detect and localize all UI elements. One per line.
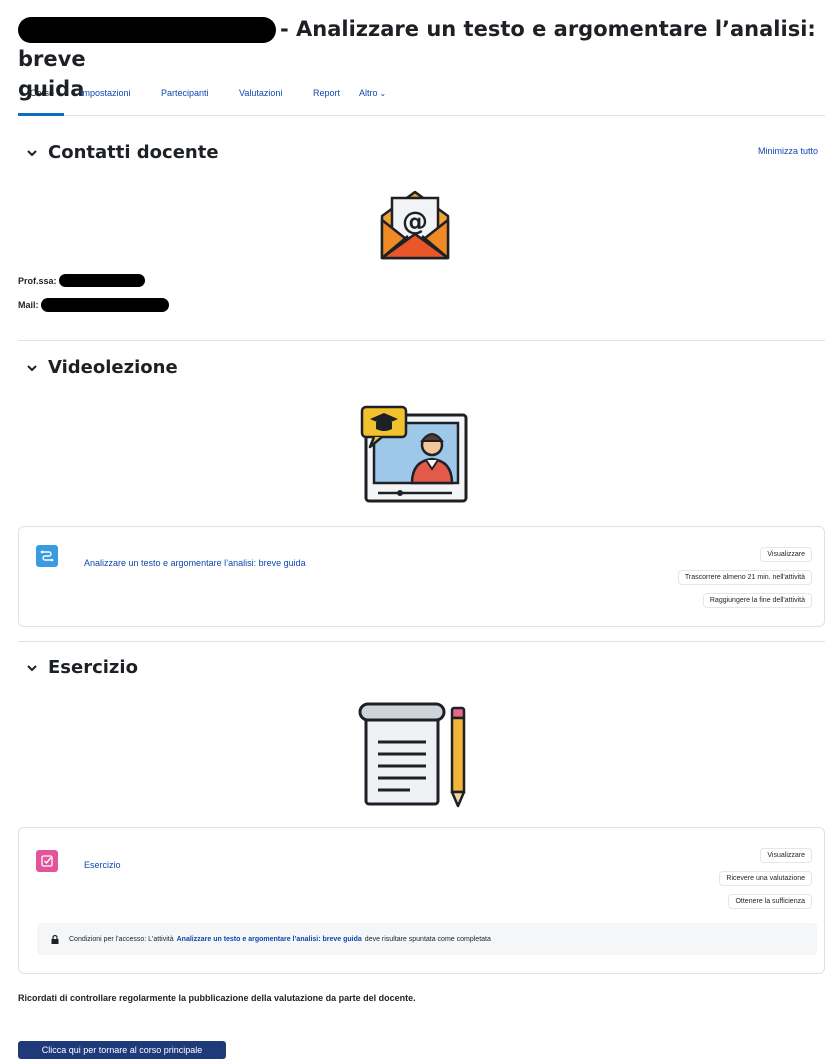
completion-condition: Visualizzare (760, 547, 812, 562)
mail-label: Mail: (18, 300, 39, 310)
section-header-videolezione[interactable]: Videolezione (26, 357, 178, 378)
teacher-name-line: Prof.ssa: (18, 274, 145, 287)
restriction-link[interactable]: Analizzare un testo e argomentare l’anal… (177, 936, 362, 943)
course-nav: Corso Impostazioni Partecipanti Valutazi… (18, 82, 825, 116)
activity-card-video: Analizzare un testo e argomentare l’anal… (18, 526, 825, 627)
teacher-mail-line: Mail: (18, 298, 169, 312)
completion-condition: Trascorrere almeno 21 min. nell'attività (677, 570, 812, 585)
activity-link-exercise[interactable]: Esercizio (84, 860, 121, 870)
prof-label: Prof.ssa: (18, 275, 57, 286)
section-divider (18, 641, 825, 642)
video-lesson-icon (360, 405, 468, 503)
access-restriction: Condizioni per l'accesso: L'attività Ana… (37, 923, 817, 955)
chevron-down-icon (27, 364, 37, 371)
tab-report[interactable]: Report (313, 88, 340, 98)
lesson-icon (36, 545, 58, 567)
redacted-teacher-name (58, 274, 145, 287)
active-tab-indicator (18, 113, 64, 116)
restriction-suffix: deve risultare spuntata come completata (364, 935, 491, 943)
tab-altro-label: Altro (359, 88, 378, 98)
restriction-prefix: Condizioni per l'accesso: L'attività (69, 935, 174, 943)
chevron-down-icon (27, 149, 37, 156)
section-divider (18, 340, 825, 341)
activity-card-exercise: Esercizio Visualizzare Ricevere una valu… (18, 827, 825, 974)
activity-link-video[interactable]: Analizzare un testo e argomentare l’anal… (84, 558, 306, 568)
tab-valutazioni[interactable]: Valutazioni (239, 88, 282, 98)
lock-icon (51, 934, 59, 944)
assignment-icon (36, 850, 58, 872)
section-title: Esercizio (48, 657, 138, 678)
back-to-main-course-button[interactable]: Clicca qui per tornare al corso principa… (18, 1041, 226, 1059)
section-header-esercizio[interactable]: Esercizio (26, 657, 138, 678)
completion-condition: Visualizzare (760, 848, 812, 863)
redacted-name (18, 17, 276, 43)
tab-altro[interactable]: Altro ⌄ (359, 88, 386, 98)
chevron-down-icon: ⌄ (379, 89, 387, 98)
svg-text:@: @ (402, 207, 428, 237)
completion-condition: Ottenere la sufficienza (728, 894, 812, 909)
minimize-all-link[interactable]: Minimizza tutto (758, 146, 818, 156)
completion-condition: Ricevere una valutazione (719, 871, 812, 886)
email-envelope-icon: @ (380, 190, 450, 260)
section-title: Contatti docente (48, 142, 219, 163)
grade-reminder: Ricordati di controllare regolarmente la… (18, 993, 416, 1003)
section-header-contatti[interactable]: Contatti docente (26, 142, 219, 163)
tab-corso[interactable]: Corso (30, 88, 54, 98)
notepad-pencil-icon (358, 702, 466, 808)
section-title: Videolezione (48, 357, 178, 378)
tab-partecipanti[interactable]: Partecipanti (161, 88, 209, 98)
redacted-teacher-mail (40, 298, 169, 312)
chevron-down-icon (27, 664, 37, 671)
completion-condition: Raggiungere la fine dell'attività (702, 593, 812, 608)
tab-impostazioni[interactable]: Impostazioni (80, 88, 131, 98)
